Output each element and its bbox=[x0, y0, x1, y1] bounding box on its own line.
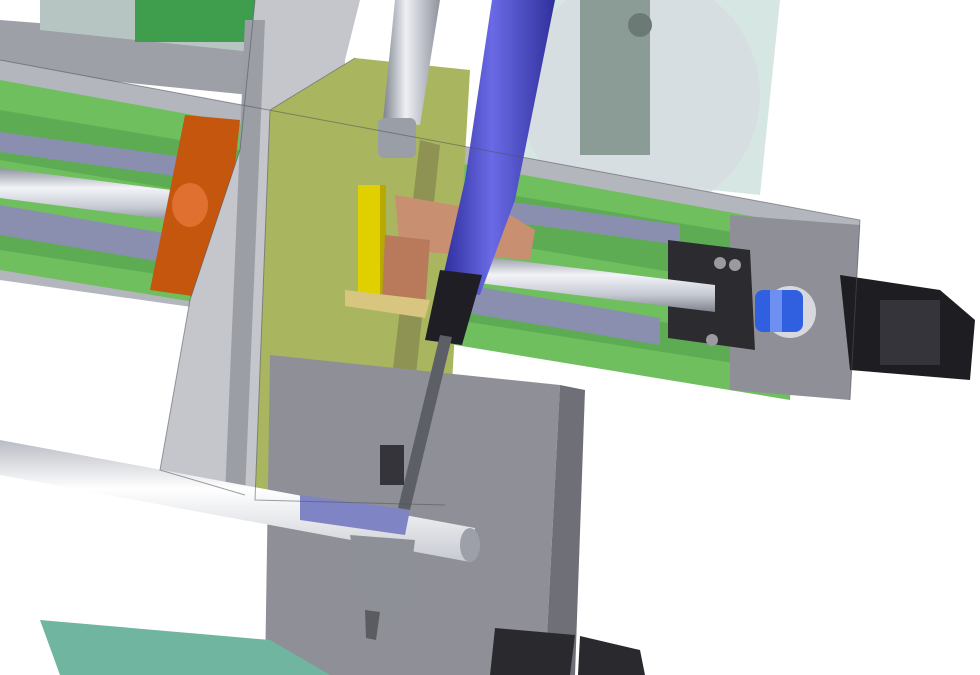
dark-foot-left bbox=[490, 628, 575, 675]
coupling-highlight bbox=[770, 290, 782, 332]
housing-bolt bbox=[628, 13, 652, 37]
sensor-connector bbox=[380, 445, 404, 485]
bearing-bolt bbox=[706, 334, 718, 346]
slider-bore bbox=[172, 183, 208, 227]
cad-model-render bbox=[0, 0, 980, 675]
green-block-top bbox=[135, 0, 260, 42]
cad-viewport bbox=[0, 0, 980, 675]
tube-end bbox=[460, 528, 480, 562]
motor-body-face bbox=[880, 300, 940, 365]
bearing-bolt bbox=[729, 259, 741, 271]
dispenser-collar bbox=[378, 118, 416, 158]
bearing-bolt bbox=[714, 257, 726, 269]
